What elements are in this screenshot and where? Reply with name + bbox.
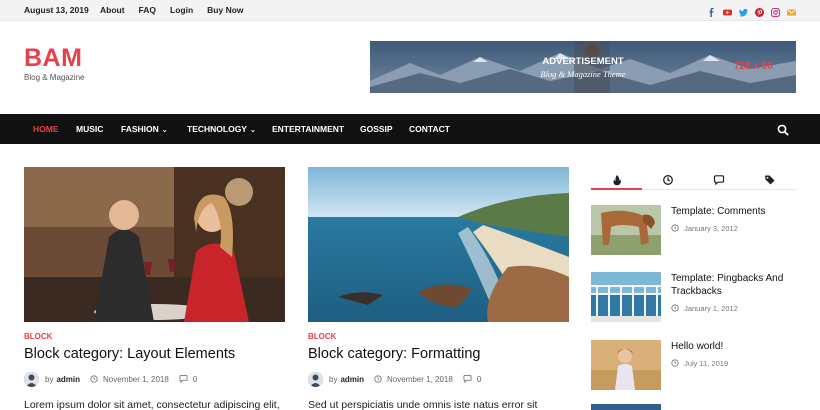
instagram-icon[interactable] [771,4,781,18]
post-author[interactable]: admin [340,375,364,384]
post-excerpt: Lorem ipsum dolor sit amet, consectetur … [24,399,280,410]
post-excerpt: Sed ut perspiciatis unde omnis iste natu… [308,399,538,410]
post-card: BLOCK Block category: Formatting by admi… [308,167,569,410]
sidebar-post-thumbnail[interactable] [591,205,661,255]
faq-link[interactable]: FAQ [139,5,156,15]
tags-icon[interactable] [764,173,776,185]
clock-icon [671,224,684,233]
post-meta: by admin November 1, 2018 0 [308,372,481,387]
pinterest-icon[interactable] [755,4,764,17]
comment-count[interactable]: 0 [193,375,197,384]
chevron-down-icon: ⌄ [249,127,256,134]
nav-item-fashion[interactable]: FASHION ⌄ [121,124,168,134]
nav-item-music[interactable]: MUSIC [76,124,103,134]
search-icon[interactable] [777,123,789,136]
by-label: by [45,375,54,384]
author-avatar [308,372,323,387]
twitter-icon[interactable] [739,4,748,17]
clock-icon [374,374,382,385]
post-category[interactable]: BLOCK [308,332,336,341]
login-link[interactable]: Login [170,5,193,15]
sidebar-post-thumbnail[interactable] [591,404,661,410]
nav-item-contact[interactable]: CONTACT [409,124,450,134]
email-icon[interactable] [787,4,796,16]
sidebar-post-item[interactable] [591,404,797,410]
nav-item-gossip[interactable]: GOSSIP [360,124,393,134]
flame-icon[interactable] [611,173,623,186]
about-link[interactable]: About [100,5,125,15]
clock-icon [671,359,684,368]
sidebar-post-title[interactable]: Hello world! [671,340,797,353]
sidebar-post-title[interactable]: Template: Pingbacks And Trackbacks [671,272,797,298]
sidebar-post-date-text: July 11, 2019 [684,359,729,368]
sidebar-post-item[interactable]: Hello world! July 11, 2019 [591,340,797,392]
nav-item-label: TECHNOLOGY [187,124,247,134]
post-card: BLOCK Block category: Layout Elements by… [24,167,285,410]
post-author[interactable]: admin [56,375,80,384]
ad-subtitle: Blog & Magazine Theme [540,69,626,79]
nav-item-label: GOSSIP [360,124,393,134]
advertisement-banner[interactable]: ADVERTISEMENT Blog & Magazine Theme 728 … [370,41,796,93]
sidebar-post-item[interactable]: Template: Comments January 3, 2012 [591,205,797,257]
top-links: About FAQ Login Buy Now [100,5,258,15]
nav-item-entertainment[interactable]: ENTERTAINMENT [272,124,344,134]
buy-now-link[interactable]: Buy Now [207,5,243,15]
sidebar-post-date-text: January 1, 2012 [684,304,738,313]
comments-icon[interactable] [713,173,725,186]
nav-item-label: CONTACT [409,124,450,134]
post-meta: by admin November 1, 2018 0 [24,372,197,387]
ad-size: 728 x 90 [734,61,773,72]
post-date: November 1, 2018 [103,375,169,384]
comments-icon [179,374,188,385]
nav-item-home[interactable]: HOME [33,124,59,134]
clock-icon [671,304,684,313]
post-date: November 1, 2018 [387,375,453,384]
top-bar: August 13, 2019 About FAQ Login Buy Now [0,0,820,21]
comments-icon [463,374,472,385]
facebook-icon[interactable] [707,4,716,17]
sidebar-post-date: January 1, 2012 [671,304,738,313]
sidebar-post-item[interactable]: Template: Pingbacks And Trackbacks Janua… [591,272,797,324]
ad-title: ADVERTISEMENT [542,56,624,67]
post-title[interactable]: Block category: Layout Elements [24,346,235,362]
post-title[interactable]: Block category: Formatting [308,346,480,362]
post-category[interactable]: BLOCK [24,332,52,341]
site-logo[interactable]: BAM Blog & Magazine [24,44,85,83]
nav-item-label: FASHION [121,124,159,134]
mountain-banner-image [370,41,796,93]
sidebar-post-thumbnail[interactable] [591,272,661,322]
sidebar-post-title[interactable]: Template: Comments [671,205,797,218]
sidebar-post-date: January 3, 2012 [671,224,738,233]
chevron-down-icon: ⌄ [161,127,168,134]
nav-item-label: HOME [33,124,59,134]
site-tagline: Blog & Magazine [24,73,85,82]
nav-item-label: ENTERTAINMENT [272,124,345,134]
nav-item-label: MUSIC [76,124,104,134]
main-navigation: HOME MUSIC FASHION ⌄ TECHNOLOGY ⌄ ENTERTAI… [0,114,820,144]
logo-text: BAM [24,44,83,72]
current-date: August 13, 2019 [24,5,89,15]
post-thumbnail-image[interactable] [24,167,285,322]
youtube-icon[interactable] [723,4,732,16]
active-tab-indicator [591,188,642,190]
author-avatar [24,372,39,387]
sidebar-tabs [591,170,797,190]
clock-icon[interactable] [662,173,674,185]
sidebar-post-date: July 11, 2019 [671,359,728,368]
clock-icon [90,374,98,385]
social-links [707,4,796,18]
sidebar-post-thumbnail[interactable] [591,340,661,390]
by-label: by [329,375,338,384]
comment-count[interactable]: 0 [477,375,481,384]
sidebar-post-date-text: January 3, 2012 [684,224,738,233]
post-thumbnail-image[interactable] [308,167,569,322]
nav-item-technology[interactable]: TECHNOLOGY ⌄ [187,124,256,134]
